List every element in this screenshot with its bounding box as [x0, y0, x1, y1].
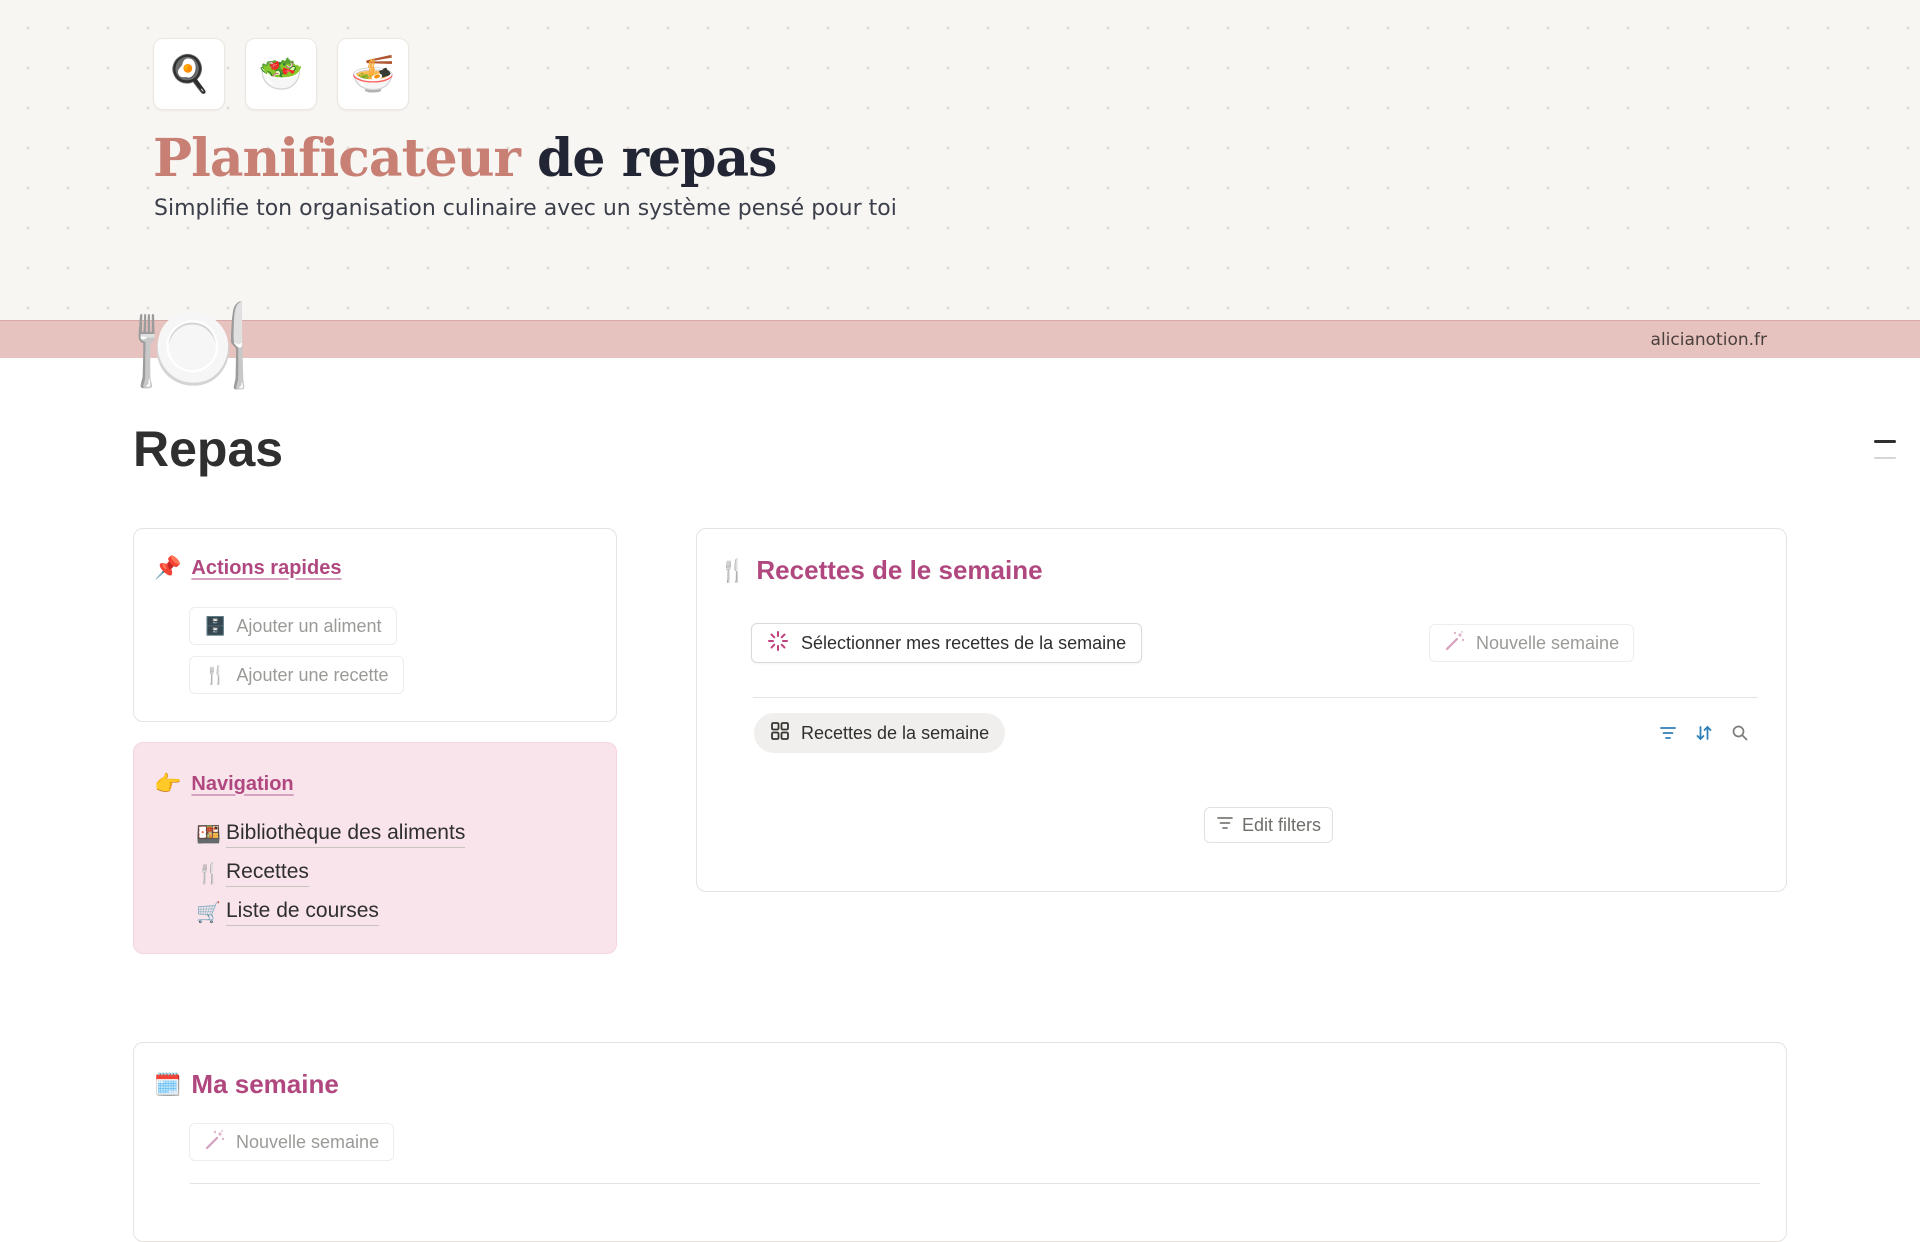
add-recipe-label: Ajouter une recette: [236, 664, 389, 685]
my-week-heading: 🗓️ Ma semaine: [154, 1069, 339, 1100]
cover-subtitle: Simplifie ton organisation culinaire ave…: [154, 196, 897, 221]
navigation-title[interactable]: Navigation: [191, 773, 293, 796]
new-week-label: Nouvelle semaine: [236, 1131, 380, 1152]
new-week-button[interactable]: Nouvelle semaine: [189, 1123, 395, 1161]
magic-wand-icon: [204, 1129, 226, 1156]
nav-item-label: Liste de courses: [226, 899, 379, 926]
my-week-title: Ma semaine: [191, 1069, 339, 1099]
search-icon[interactable]: [1729, 722, 1751, 744]
cover-title: Planificateur de repas: [153, 128, 777, 189]
new-week-label: Nouvelle semaine: [1476, 632, 1620, 653]
new-week-button[interactable]: Nouvelle semaine: [1429, 624, 1635, 662]
fried-egg-pan-icon: 🍳: [153, 38, 225, 110]
pushpin-icon: 📌: [154, 555, 182, 580]
sparkle-cursor-icon: [767, 630, 789, 657]
cover-title-accent: Planificateur: [153, 128, 521, 189]
fork-knife-icon: 🍴: [204, 664, 227, 685]
quick-actions-title[interactable]: Actions rapides: [191, 557, 341, 580]
navigation-callout: 👉 Navigation 🍱 Bibliothèque des aliments…: [133, 742, 617, 954]
noodle-bowl-icon: 🍜: [337, 38, 409, 110]
quick-actions-heading: 📌 Actions rapides: [154, 555, 341, 581]
shopping-cart-icon: 🛒: [196, 902, 221, 924]
filter-icon[interactable]: [1657, 722, 1679, 744]
add-food-button[interactable]: 🗄️ Ajouter un aliment: [189, 607, 397, 645]
toc-line: [1874, 440, 1896, 443]
cover-title-rest: de repas: [537, 128, 777, 189]
nav-item-recipes[interactable]: 🍴 Recettes: [196, 860, 309, 887]
file-cabinet-icon: 🗄️: [204, 615, 227, 636]
cover-band: alicianotion.fr: [0, 320, 1920, 358]
fork-knife-icon: 🍴: [196, 863, 221, 885]
edit-filters-label: Edit filters: [1242, 814, 1322, 835]
bento-box-icon: 🍱: [196, 824, 221, 846]
page-title: Repas: [133, 421, 284, 477]
section-divider: [190, 1183, 1760, 1184]
sort-icon[interactable]: [1693, 722, 1715, 744]
pointing-hand-icon: 👉: [154, 771, 182, 796]
weekly-recipes-heading: 🍴 Recettes de le semaine: [719, 555, 1043, 586]
page-icon[interactable]: 🍽️: [132, 300, 252, 396]
view-tab-weekly-recipes[interactable]: Recettes de la semaine: [754, 713, 1006, 753]
view-tab-label: Recettes de la semaine: [801, 722, 990, 743]
nav-item-label: Bibliothèque des aliments: [226, 821, 466, 848]
table-of-contents-toggle[interactable]: [1874, 440, 1896, 473]
nav-item-label: Recettes: [226, 860, 309, 887]
edit-filters-button[interactable]: Edit filters: [1204, 807, 1334, 843]
gallery-icon: [770, 721, 790, 746]
calendar-icon: 🗓️: [154, 1071, 182, 1097]
nav-item-shopping-list[interactable]: 🛒 Liste de courses: [196, 899, 379, 926]
cover-banner: 🍳 🥗 🍜 Planificateur de repas Simplifie t…: [0, 0, 1920, 320]
my-week-callout: 🗓️ Ma semaine Nouvelle semaine: [133, 1042, 1787, 1242]
section-divider: [753, 697, 1758, 698]
magic-wand-icon: [1444, 630, 1466, 657]
cover-icon-row: 🍳 🥗 🍜: [153, 38, 409, 110]
salad-bowl-icon: 🥗: [245, 38, 317, 110]
add-recipe-button[interactable]: 🍴 Ajouter une recette: [189, 656, 404, 694]
select-weekly-recipes-label: Sélectionner mes recettes de la semaine: [801, 632, 1127, 653]
site-credit: alicianotion.fr: [1650, 330, 1767, 350]
navigation-heading: 👉 Navigation: [154, 771, 294, 797]
nav-item-food-library[interactable]: 🍱 Bibliothèque des aliments: [196, 821, 466, 848]
fork-knife-icon: 🍴: [719, 557, 747, 583]
weekly-recipes-title: Recettes de le semaine: [756, 555, 1043, 585]
select-weekly-recipes-button[interactable]: Sélectionner mes recettes de la semaine: [751, 623, 1143, 663]
toc-line: [1874, 457, 1896, 459]
quick-actions-callout: 📌 Actions rapides 🗄️ Ajouter un aliment …: [133, 528, 617, 722]
add-food-label: Ajouter un aliment: [236, 615, 382, 636]
filter-icon: [1216, 814, 1234, 837]
weekly-recipes-callout: 🍴 Recettes de le semaine Sélectionner me…: [696, 528, 1787, 892]
